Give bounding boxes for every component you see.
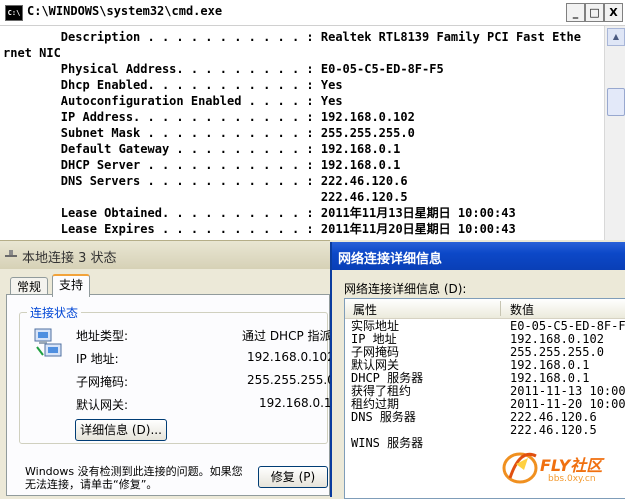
default-gateway-label: 默认网关: — [76, 398, 129, 412]
watermark-brand: FLY社区 — [540, 456, 603, 475]
cmd-window: C:\ C:\WINDOWS\system32\cmd.exe _ □ X De… — [0, 0, 625, 240]
details-title-bar[interactable]: 网络连接详细信息 — [332, 242, 625, 270]
tab-support[interactable]: 支持 — [52, 274, 91, 297]
maximize-button[interactable]: □ — [585, 3, 604, 22]
status-title-bar[interactable]: 本地连接 3 状态 — [0, 240, 330, 269]
repair-button[interactable]: 修复 (P) — [258, 466, 328, 488]
close-button[interactable]: X — [604, 3, 623, 22]
listview-header: 属性 数值 — [345, 299, 625, 319]
cmd-line: DHCP Server . . . . . . . . . . . : 192.… — [3, 158, 401, 172]
details-list-label: 网络连接详细信息 (D): — [344, 282, 467, 296]
cmd-line: Physical Address. . . . . . . . . : E0-0… — [3, 62, 444, 76]
cmd-line: Subnet Mask . . . . . . . . . . . : 255.… — [3, 126, 415, 140]
column-header-property[interactable]: 属性 — [353, 301, 377, 318]
cmd-line: 222.46.120.5 — [3, 190, 408, 204]
column-header-value[interactable]: 数值 — [510, 301, 534, 318]
scroll-up-icon[interactable]: ▲ — [607, 28, 625, 46]
ip-address-label: IP 地址: — [76, 352, 119, 366]
ip-address-value: 192.168.0.102 — [247, 350, 335, 364]
cmd-line: Default Gateway . . . . . . . . . : 192.… — [3, 142, 401, 156]
cmd-line: Lease Obtained. . . . . . . . . . : 2011… — [3, 206, 516, 220]
subnet-mask-value: 255.255.255.0 — [247, 373, 335, 387]
cmd-line: Dhcp Enabled. . . . . . . . . . . : Yes — [3, 78, 343, 92]
cmd-system-icon[interactable]: C:\ — [5, 5, 23, 21]
cmd-line: IP Address. . . . . . . . . . . . : 192.… — [3, 110, 415, 124]
row-property: DNS 服务器 — [351, 410, 416, 424]
cmd-line: Autoconfiguration Enabled . . . . : Yes — [3, 94, 343, 108]
cmd-line: Lease Expires . . . . . . . . . . : 2011… — [3, 222, 516, 236]
cmd-title-bar[interactable]: C:\ C:\WINDOWS\system32\cmd.exe _ □ X — [0, 0, 625, 26]
status-window-title: 本地连接 3 状态 — [22, 251, 117, 266]
cmd-line: rnet NIC — [3, 46, 61, 60]
cmd-scrollbar[interactable]: ▲ — [604, 26, 625, 240]
subnet-mask-label: 子网掩码: — [76, 375, 129, 389]
address-type-value: 通过 DHCP 指派 — [242, 329, 332, 343]
row-property: WINS 服务器 — [351, 436, 424, 450]
details-window-title: 网络连接详细信息 — [338, 252, 443, 267]
column-separator[interactable] — [500, 301, 501, 316]
status-message: Windows 没有检测到此连接的问题。如果您无法连接，请单击“修复”。 — [25, 465, 243, 491]
cmd-window-title: C:\WINDOWS\system32\cmd.exe — [27, 4, 223, 18]
group-label: 连接状态 — [27, 304, 82, 321]
minimize-button[interactable]: _ — [566, 3, 585, 22]
cmd-output[interactable]: Description . . . . . . . . . . . : Real… — [0, 26, 602, 240]
scroll-thumb[interactable] — [607, 88, 625, 116]
address-type-label: 地址类型: — [76, 329, 129, 343]
network-computers-icon — [34, 328, 62, 357]
watermark-url: bbs.0xy.cn — [548, 474, 596, 484]
cmd-line: DNS Servers . . . . . . . . . . . : 222.… — [3, 174, 408, 188]
network-connection-icon — [5, 250, 17, 257]
default-gateway-value: 192.168.0.1 — [259, 396, 332, 410]
row-value: 222.46.120.5 — [510, 423, 597, 437]
details-button[interactable]: 详细信息 (D)... — [75, 419, 167, 441]
cmd-line: Description . . . . . . . . . . . : Real… — [3, 30, 581, 44]
